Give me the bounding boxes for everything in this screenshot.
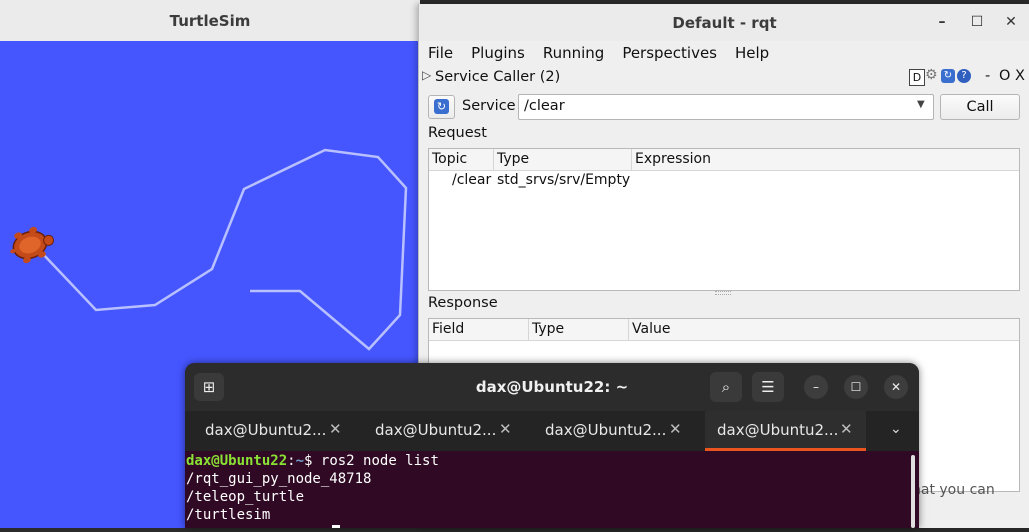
terminal-tab[interactable]: dax@Ubuntu2... ✕ xyxy=(185,411,355,451)
refresh-icon: ↻ xyxy=(434,99,449,114)
tab-close-icon[interactable]: ✕ xyxy=(499,420,512,438)
refresh-services-button[interactable]: ↻ xyxy=(428,95,455,119)
service-combobox-value: /clear xyxy=(524,98,565,114)
call-button[interactable]: Call xyxy=(940,94,1020,120)
prompt-user: dax@Ubuntu22 xyxy=(186,453,288,469)
service-combobox[interactable]: /clear ▼ xyxy=(518,94,934,120)
close-button[interactable]: ✕ xyxy=(1001,12,1021,32)
help-icon[interactable]: ? xyxy=(957,69,971,83)
tab-close-icon[interactable]: ✕ xyxy=(669,420,682,438)
terminal-tab[interactable]: dax@Ubuntu2... ✕ xyxy=(525,411,695,451)
terminal-tab-bar: dax@Ubuntu2... ✕ dax@Ubuntu2... ✕ dax@Ub… xyxy=(185,411,919,451)
menu-help[interactable]: Help xyxy=(726,41,778,65)
command-text: ros2 node list xyxy=(320,453,439,469)
tabs-overflow-chevron-icon[interactable]: ⌄ xyxy=(890,421,902,437)
minimize-icon: – xyxy=(813,380,819,394)
output-line: /rqt_gui_py_node_48718 xyxy=(186,471,372,487)
column-type[interactable]: Type xyxy=(529,319,629,340)
response-table-header: Field Type Value xyxy=(429,319,1019,341)
plugin-title: Service Caller (2) xyxy=(435,69,561,85)
minimize-button[interactable]: – xyxy=(932,12,952,32)
terminal-maximize-button[interactable]: ☐ xyxy=(844,375,868,399)
terminal-tab-active[interactable]: dax@Ubuntu2... ✕ xyxy=(705,411,866,451)
hamburger-menu-button[interactable]: ☰ xyxy=(752,372,784,402)
dock-d-button[interactable]: D xyxy=(909,69,925,86)
terminal-headerbar[interactable]: ⊞ dax@Ubuntu22: ~ ⌕ ☰ – ☐ ✕ xyxy=(185,363,919,411)
tab-close-icon[interactable]: ✕ xyxy=(329,420,342,438)
hamburger-icon: ☰ xyxy=(761,378,775,396)
terminal-close-button[interactable]: ✕ xyxy=(884,375,908,399)
terminal-window: ⊞ dax@Ubuntu22: ~ ⌕ ☰ – ☐ ✕ dax@Ubuntu2.… xyxy=(185,363,919,528)
table-row[interactable]: /clear std_srvs/srv/Empty xyxy=(429,171,1019,191)
rqt-title: Default - rqt xyxy=(672,13,777,32)
scrollbar[interactable] xyxy=(911,455,915,528)
search-icon: ⌕ xyxy=(721,378,731,396)
gear-icon[interactable]: ⚙ xyxy=(925,67,938,83)
chevron-down-icon: ▼ xyxy=(917,99,925,110)
splitter-handle[interactable] xyxy=(715,291,731,295)
plugin-close-button[interactable]: X xyxy=(1015,68,1025,84)
plugin-restore-button[interactable]: O xyxy=(999,68,1010,84)
plugin-header: ▷ Service Caller (2) D ⚙ ↻ ? - O X xyxy=(419,67,1029,89)
prompt-sep: : xyxy=(287,453,296,469)
menu-file[interactable]: File xyxy=(419,41,462,65)
request-table[interactable]: Topic Type Expression /clear std_srvs/sr… xyxy=(428,148,1020,291)
menu-plugins[interactable]: Plugins xyxy=(462,41,534,65)
rqt-titlebar[interactable]: Default - rqt – ☐ ✕ xyxy=(419,4,1029,41)
prompt-path: ~ xyxy=(295,453,305,469)
row-topic: /clear xyxy=(452,172,492,188)
tab-label: dax@Ubuntu2... xyxy=(205,421,327,439)
turtlesim-titlebar[interactable]: TurtleSim xyxy=(0,0,420,42)
row-type: std_srvs/srv/Empty xyxy=(497,172,631,188)
column-type[interactable]: Type xyxy=(494,149,632,170)
output-line: /teleop_turtle xyxy=(186,489,305,505)
tab-label: dax@Ubuntu2... xyxy=(545,421,667,439)
column-topic[interactable]: Topic xyxy=(429,149,494,170)
prompt-line: dax@Ubuntu22:~$ ros2 node list xyxy=(186,453,439,469)
column-value[interactable]: Value xyxy=(629,319,1019,340)
search-button[interactable]: ⌕ xyxy=(710,372,742,402)
terminal-output[interactable]: dax@Ubuntu22:~$ ros2 node list /rqt_gui_… xyxy=(185,451,919,528)
expand-triangle-icon[interactable]: ▷ xyxy=(422,68,431,82)
close-icon: ✕ xyxy=(890,380,902,394)
trail-path xyxy=(41,148,408,351)
terminal-minimize-button[interactable]: – xyxy=(804,375,828,399)
maximize-icon: ☐ xyxy=(850,380,862,394)
response-label: Response xyxy=(428,295,498,311)
tab-close-icon[interactable]: ✕ xyxy=(840,420,853,438)
prompt-symbol: $ xyxy=(304,453,321,469)
request-table-header: Topic Type Expression xyxy=(429,149,1019,171)
turtlesim-title: TurtleSim xyxy=(169,11,251,30)
plugin-minimize-button[interactable]: - xyxy=(985,68,990,84)
obscured-text: nat you can xyxy=(912,482,995,498)
column-field[interactable]: Field xyxy=(429,319,529,340)
tab-label: dax@Ubuntu2... xyxy=(375,421,497,439)
terminal-tab[interactable]: dax@Ubuntu2... ✕ xyxy=(355,411,525,451)
menu-running[interactable]: Running xyxy=(534,41,613,65)
service-label: Service xyxy=(462,98,516,114)
column-expression[interactable]: Expression xyxy=(632,149,1019,170)
tab-label: dax@Ubuntu2... xyxy=(717,421,839,439)
maximize-button[interactable]: ☐ xyxy=(967,12,987,32)
menu-perspectives[interactable]: Perspectives xyxy=(613,41,726,65)
reload-icon[interactable]: ↻ xyxy=(941,69,955,83)
service-row: ↻ Service /clear ▼ Call xyxy=(419,93,1029,121)
menu-bar: File Plugins Running Perspectives Help xyxy=(419,41,1029,65)
request-label: Request xyxy=(428,125,487,141)
output-line: /turtlesim xyxy=(186,507,271,523)
